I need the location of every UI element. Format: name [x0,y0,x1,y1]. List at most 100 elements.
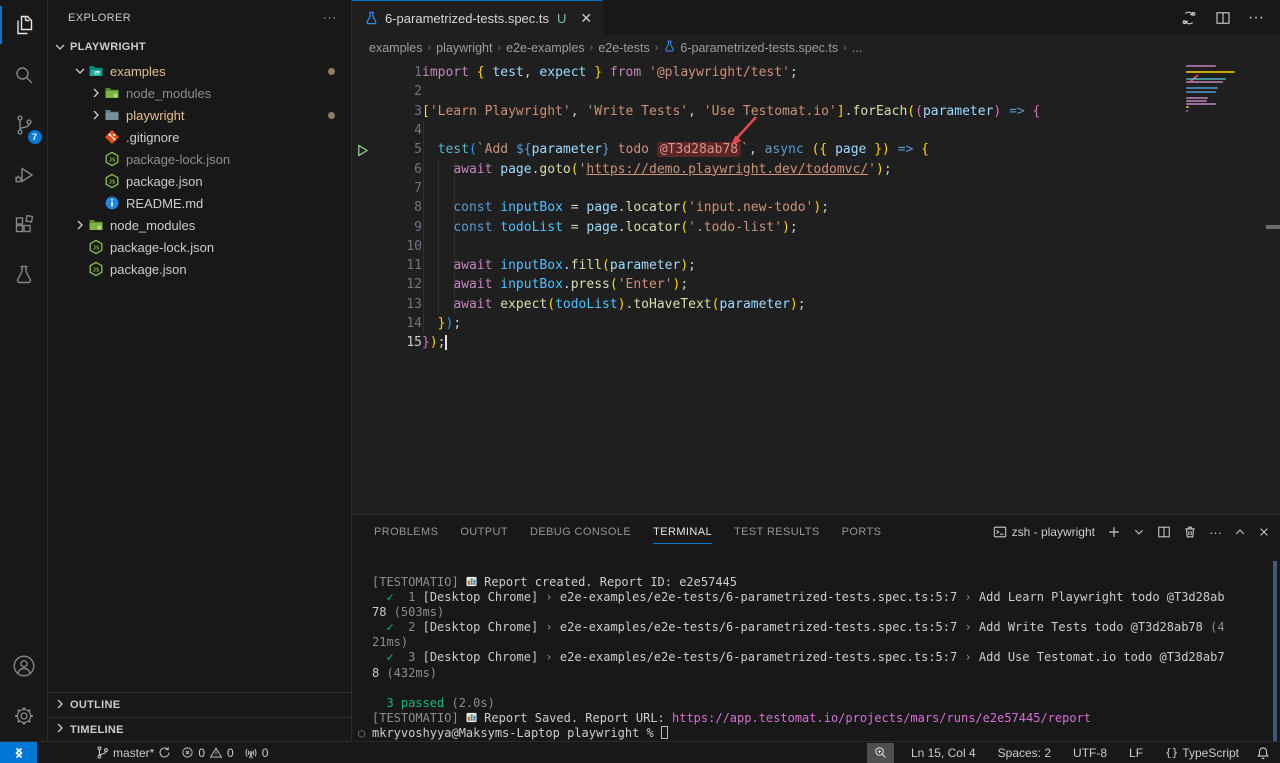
panel-tab-debug-console[interactable]: DEBUG CONSOLE [530,515,631,549]
panel-tab-problems[interactable]: PROBLEMS [374,515,438,549]
panel-tab-output[interactable]: OUTPUT [460,515,508,549]
report-chart-icon [466,575,477,589]
problems-status[interactable]: 0 0 [176,742,238,763]
git-icon [104,129,120,145]
panel-more-actions-icon[interactable]: ··· [1209,525,1222,540]
explorer-more-actions-icon[interactable]: ··· [323,12,337,24]
breadcrumb-item[interactable]: examples [369,41,423,55]
breadcrumb-separator: › [843,42,847,54]
git-branch-status[interactable]: master* [91,742,176,763]
cursor-position-status[interactable]: Ln 15, Col 4 [906,742,981,763]
code-line-10: 10 [352,237,1280,256]
notifications-bell-icon[interactable] [1256,746,1270,760]
tab-6-parametrized-tests[interactable]: 6-parametrized-tests.spec.ts U ✕ [352,0,603,35]
breadcrumb-item[interactable]: e2e-examples [506,41,585,55]
testing-icon[interactable] [0,250,48,300]
svg-text:JS: JS [93,245,100,251]
code-editor[interactable]: 1import { test, expect } from '@playwrig… [352,61,1280,514]
line-number: 2 [377,84,422,99]
source-control-icon[interactable]: 7 [0,100,48,150]
line-number: 11 [377,258,422,273]
eol-status[interactable]: LF [1124,742,1148,763]
tree-item-node-modules[interactable]: node_modules [48,82,351,104]
braces-icon: {} [1165,746,1178,759]
kill-terminal-trash-icon[interactable] [1183,525,1197,539]
terminal-line: ✓ 1 [Desktop Chrome] › e2e-examples/e2e-… [372,590,1266,605]
tree-item-package-lock-json[interactable]: JS package-lock.json [48,236,351,258]
settings-gear-icon[interactable] [0,691,48,741]
line-number: 3 [377,104,422,119]
minimap[interactable] [1186,65,1248,113]
tree-item-playwright[interactable]: playwright [48,104,351,126]
tree-item-package-json[interactable]: JS package.json [48,258,351,280]
search-icon[interactable] [0,50,48,100]
breadcrumb-separator: › [497,42,501,54]
remote-indicator[interactable] [0,742,37,763]
maximize-panel-chevron-icon[interactable] [1234,526,1246,538]
panel-tab-test-results[interactable]: TEST RESULTS [734,515,820,549]
activity-bar: 7 [0,0,48,741]
breadcrumb: examples›playwright›e2e-examples›e2e-tes… [352,35,1280,61]
close-panel-icon[interactable] [1258,526,1270,538]
code-line-13: 13 await expect(todoList).toHaveText(par… [352,295,1280,314]
terminal-output[interactable]: [TESTOMATIO] Report created. Report ID: … [352,549,1280,741]
breadcrumb-item[interactable]: 6-parametrized-tests.spec.ts [663,40,838,56]
line-number: 7 [377,181,422,196]
tree-item--gitignore[interactable]: .gitignore [48,126,351,148]
run-debug-icon[interactable] [0,150,48,200]
section-header-outline[interactable]: OUTLINE [48,693,351,717]
tree-item-label: package-lock.json [110,240,214,255]
terminal-scrollbar[interactable] [1273,561,1277,741]
terminal-icon [993,525,1007,539]
indentation-status[interactable]: Spaces: 2 [993,742,1056,763]
open-changes-icon[interactable] [1180,9,1198,27]
tree-item-label: playwright [126,108,185,123]
breadcrumb-item[interactable]: playwright [436,41,492,55]
explorer-icon[interactable] [0,0,48,50]
breadcrumb-item[interactable]: e2e-tests [598,41,649,55]
vscode-window: 7 [0,0,1280,763]
forwarded-ports-status[interactable]: 0 [239,742,274,763]
tree-item-label: node_modules [110,218,195,233]
line-number: 13 [377,297,422,312]
code-line-15: 15}); [352,333,1280,352]
extensions-icon[interactable] [0,200,48,250]
breadcrumb-item[interactable]: ... [852,41,862,55]
encoding-status[interactable]: UTF-8 [1068,742,1112,763]
folder-plain-icon [104,107,120,123]
chevron-right-icon [72,217,88,233]
tab-close-icon[interactable]: ✕ [580,10,592,27]
language-mode-status[interactable]: {} TypeScript [1160,742,1244,763]
code-line-6: 6 await page.goto('https://demo.playwrig… [352,159,1280,178]
editor-more-actions-icon[interactable]: ··· [1248,9,1264,27]
tree-item-package-json[interactable]: JSpackage.json [48,170,351,192]
tree-item-examples[interactable]: examples [48,60,351,82]
terminal-dropdown-chevron-icon[interactable] [1133,526,1145,538]
tree-item-readme-md[interactable]: README.md [48,192,351,214]
split-terminal-icon[interactable] [1157,525,1171,539]
line-number: 5 [377,142,422,157]
branch-icon [96,745,109,760]
section-header-timeline[interactable]: TIMELINE [48,717,351,741]
tree-item-package-lock-json[interactable]: JSpackage-lock.json [48,148,351,170]
tree-item-node-modules[interactable]: node_modules [48,214,351,236]
svg-text:JS: JS [109,157,116,163]
json-icon: JS [88,261,104,277]
accounts-icon[interactable] [0,641,48,691]
bottom-panel: PROBLEMS OUTPUT DEBUG CONSOLE TERMINAL TEST … [352,514,1280,741]
code-line-8: 8 const inputBox = page.locator('input.n… [352,198,1280,217]
new-terminal-icon[interactable] [1107,525,1121,539]
panel-tab-ports[interactable]: PORTS [842,515,882,549]
panel-tab-terminal[interactable]: TERMINAL [653,515,712,549]
run-test-icon[interactable] [356,143,369,162]
tree-item-label: package.json [110,262,187,277]
terminal-instance-select[interactable]: zsh - playwright [993,525,1095,539]
code-line-12: 12 await inputBox.press('Enter'); [352,275,1280,294]
editor-scrollbar[interactable] [1266,225,1280,229]
section-header-playwright[interactable]: PLAYWRIGHT [48,36,351,58]
zoom-indicator[interactable] [867,743,894,763]
split-editor-icon[interactable] [1214,9,1232,27]
line-number: 8 [377,200,422,215]
editor-tab-bar: 6-parametrized-tests.spec.ts U ✕ ··· [352,0,1280,35]
code-line-7: 7 [352,179,1280,198]
